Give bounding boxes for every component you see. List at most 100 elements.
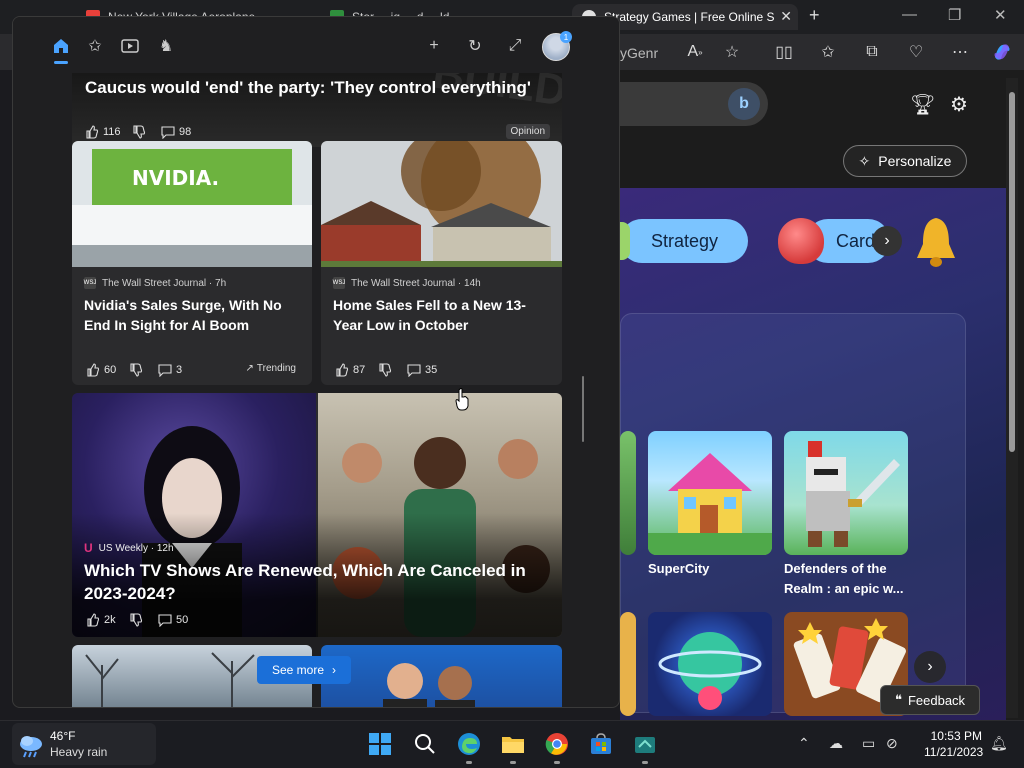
comment-icon bbox=[158, 614, 172, 627]
display-icon[interactable]: ▭ bbox=[862, 735, 875, 752]
thumbs-down-icon bbox=[379, 363, 392, 377]
comment-count: 3 bbox=[176, 364, 183, 376]
new-tab-button[interactable]: + bbox=[809, 5, 820, 26]
game-title-line2[interactable]: Realm : an epic w... bbox=[784, 579, 903, 599]
see-more-button[interactable]: See more › bbox=[257, 656, 351, 684]
thumbs-down-icon bbox=[133, 125, 146, 139]
source: U US Weekly · 12h bbox=[84, 541, 174, 555]
game-tile-partial[interactable] bbox=[620, 431, 636, 555]
clock-date: 11/21/2023 bbox=[924, 745, 984, 759]
personalize-button[interactable]: ✧ Personalize bbox=[843, 145, 967, 177]
comments-button[interactable]: 98 bbox=[161, 125, 191, 139]
system-clock[interactable]: 10:53 PM 11/21/2023 bbox=[924, 728, 984, 760]
source: WSJ The Wall Street Journal · 7h bbox=[84, 277, 226, 289]
copilot-icon[interactable] bbox=[990, 40, 1014, 64]
thumbs-up-icon bbox=[336, 363, 349, 377]
comments-button[interactable]: 50 bbox=[158, 613, 188, 627]
dislike-button[interactable] bbox=[129, 363, 143, 377]
active-tab-indicator bbox=[54, 61, 68, 64]
start-windows-icon[interactable] bbox=[366, 730, 394, 758]
game-tile-planet[interactable] bbox=[648, 612, 772, 716]
comment-count: 35 bbox=[425, 364, 438, 376]
settings-gear-icon[interactable]: ⚙ bbox=[950, 92, 968, 117]
like-count: 116 bbox=[103, 126, 121, 138]
news-card[interactable]: WSJ The Wall Street Journal · 14h Home S… bbox=[321, 141, 562, 385]
close-window-button[interactable]: ✕ bbox=[994, 6, 1007, 24]
rain-cloud-icon bbox=[20, 736, 42, 758]
favorite-star-icon[interactable]: ☆ bbox=[720, 40, 744, 64]
expand-icon[interactable]: ⤢ bbox=[504, 35, 526, 57]
dislike-button[interactable] bbox=[132, 125, 146, 139]
supercity-house-icon bbox=[648, 453, 772, 555]
games-icon[interactable]: ♞ bbox=[155, 35, 177, 57]
like-button[interactable]: 87 bbox=[335, 363, 365, 377]
notifications-bell-icon[interactable]: 🔔︎ bbox=[990, 735, 1008, 752]
game-title-line1[interactable]: Defenders of the bbox=[784, 559, 887, 579]
add-widget-icon[interactable]: + bbox=[423, 35, 445, 57]
trending-label: Trending bbox=[256, 363, 296, 374]
chevron-right-icon[interactable]: › bbox=[872, 226, 902, 256]
snipping-tool-icon[interactable] bbox=[631, 730, 659, 758]
chip-leaf-decoration bbox=[620, 222, 630, 260]
like-count: 2k bbox=[104, 614, 116, 626]
thumbs-down-icon bbox=[130, 363, 143, 377]
chip-label: Card bbox=[836, 230, 876, 251]
game-tile-partial[interactable] bbox=[620, 612, 636, 716]
dislike-button[interactable] bbox=[378, 363, 392, 377]
more-options-icon[interactable]: ⋯ bbox=[948, 40, 972, 64]
flyout-scrollbar[interactable] bbox=[582, 376, 584, 442]
comments-button[interactable]: 35 bbox=[407, 363, 437, 377]
thumbs-down-icon bbox=[130, 613, 143, 627]
rewards-trophy-icon[interactable]: 🏆︎ bbox=[910, 92, 935, 117]
comment-icon bbox=[161, 126, 175, 139]
like-button[interactable]: 60 bbox=[86, 363, 116, 377]
following-star-icon[interactable]: ✩ bbox=[84, 35, 106, 57]
dislike-button[interactable] bbox=[129, 613, 143, 627]
flyout-header: ✩ ♞ + ↻ ⤢ 1 bbox=[13, 17, 619, 73]
scrollbar-thumb[interactable] bbox=[1009, 92, 1015, 452]
comments-button[interactable]: 3 bbox=[158, 363, 182, 377]
home-icon[interactable] bbox=[50, 35, 72, 57]
game-tile-supercity[interactable] bbox=[648, 431, 772, 555]
collections-icon[interactable]: ⧉ bbox=[860, 40, 884, 64]
feedback-button[interactable]: ❝ Feedback bbox=[880, 685, 980, 715]
browser-essentials-icon[interactable]: ♡ bbox=[904, 40, 928, 64]
news-card-featured[interactable]: U US Weekly · 12h Which TV Shows Are Ren… bbox=[72, 393, 562, 637]
wsj-logo-icon: WSJ bbox=[333, 277, 345, 289]
story-title: Home Sales Fell to a New 13-Year Low in … bbox=[333, 297, 526, 333]
like-button[interactable]: 2k bbox=[86, 613, 116, 627]
split-screen-icon[interactable]: ▯▯ bbox=[772, 40, 796, 64]
bing-search-icon[interactable]: b bbox=[728, 88, 760, 120]
maximize-button[interactable]: ❐ bbox=[948, 6, 961, 24]
show-hidden-icons-icon[interactable]: ⌃ bbox=[798, 735, 810, 752]
svg-text:NVIDIA.: NVIDIA. bbox=[132, 166, 219, 190]
thumbs-up-icon bbox=[87, 363, 100, 377]
category-chip-strategy[interactable]: Strategy bbox=[620, 219, 748, 263]
edge-browser-icon[interactable] bbox=[455, 730, 483, 758]
file-explorer-icon[interactable] bbox=[499, 730, 527, 758]
address-bar-text[interactable]: yGenr bbox=[620, 45, 658, 61]
clock-time: 10:53 PM bbox=[930, 729, 982, 743]
network-muted-icon[interactable]: ⊘ bbox=[886, 735, 898, 752]
like-button[interactable]: 116 bbox=[85, 125, 121, 139]
weather-condition: Heavy rain bbox=[50, 745, 108, 759]
onedrive-offline-icon[interactable]: ☁ bbox=[829, 735, 843, 752]
microsoft-store-icon[interactable] bbox=[587, 730, 615, 758]
favorites-icon[interactable]: ✩ bbox=[816, 40, 840, 64]
search-icon[interactable] bbox=[411, 730, 439, 758]
tab-title: Strategy Games | Free Online Str bbox=[604, 10, 774, 24]
read-aloud-icon[interactable]: A» bbox=[683, 40, 707, 64]
page-scrollbar[interactable] bbox=[1006, 78, 1018, 718]
weather-temperature: 46°F bbox=[50, 729, 76, 743]
video-play-icon[interactable] bbox=[119, 35, 141, 57]
refresh-icon[interactable]: ↻ bbox=[464, 35, 486, 57]
games-next-arrow-icon[interactable]: › bbox=[914, 651, 946, 683]
running-indicator bbox=[642, 761, 648, 764]
game-title[interactable]: SuperCity bbox=[648, 559, 709, 579]
news-card[interactable]: NVIDIA. WSJ The Wall Street Journal · 7h… bbox=[72, 141, 312, 385]
minimize-button[interactable]: — bbox=[902, 6, 917, 23]
news-card-partial[interactable] bbox=[321, 645, 562, 707]
tab-close-icon[interactable]: ✕ bbox=[780, 8, 792, 25]
chrome-icon[interactable] bbox=[543, 730, 571, 758]
game-tile-defenders[interactable] bbox=[784, 431, 908, 555]
